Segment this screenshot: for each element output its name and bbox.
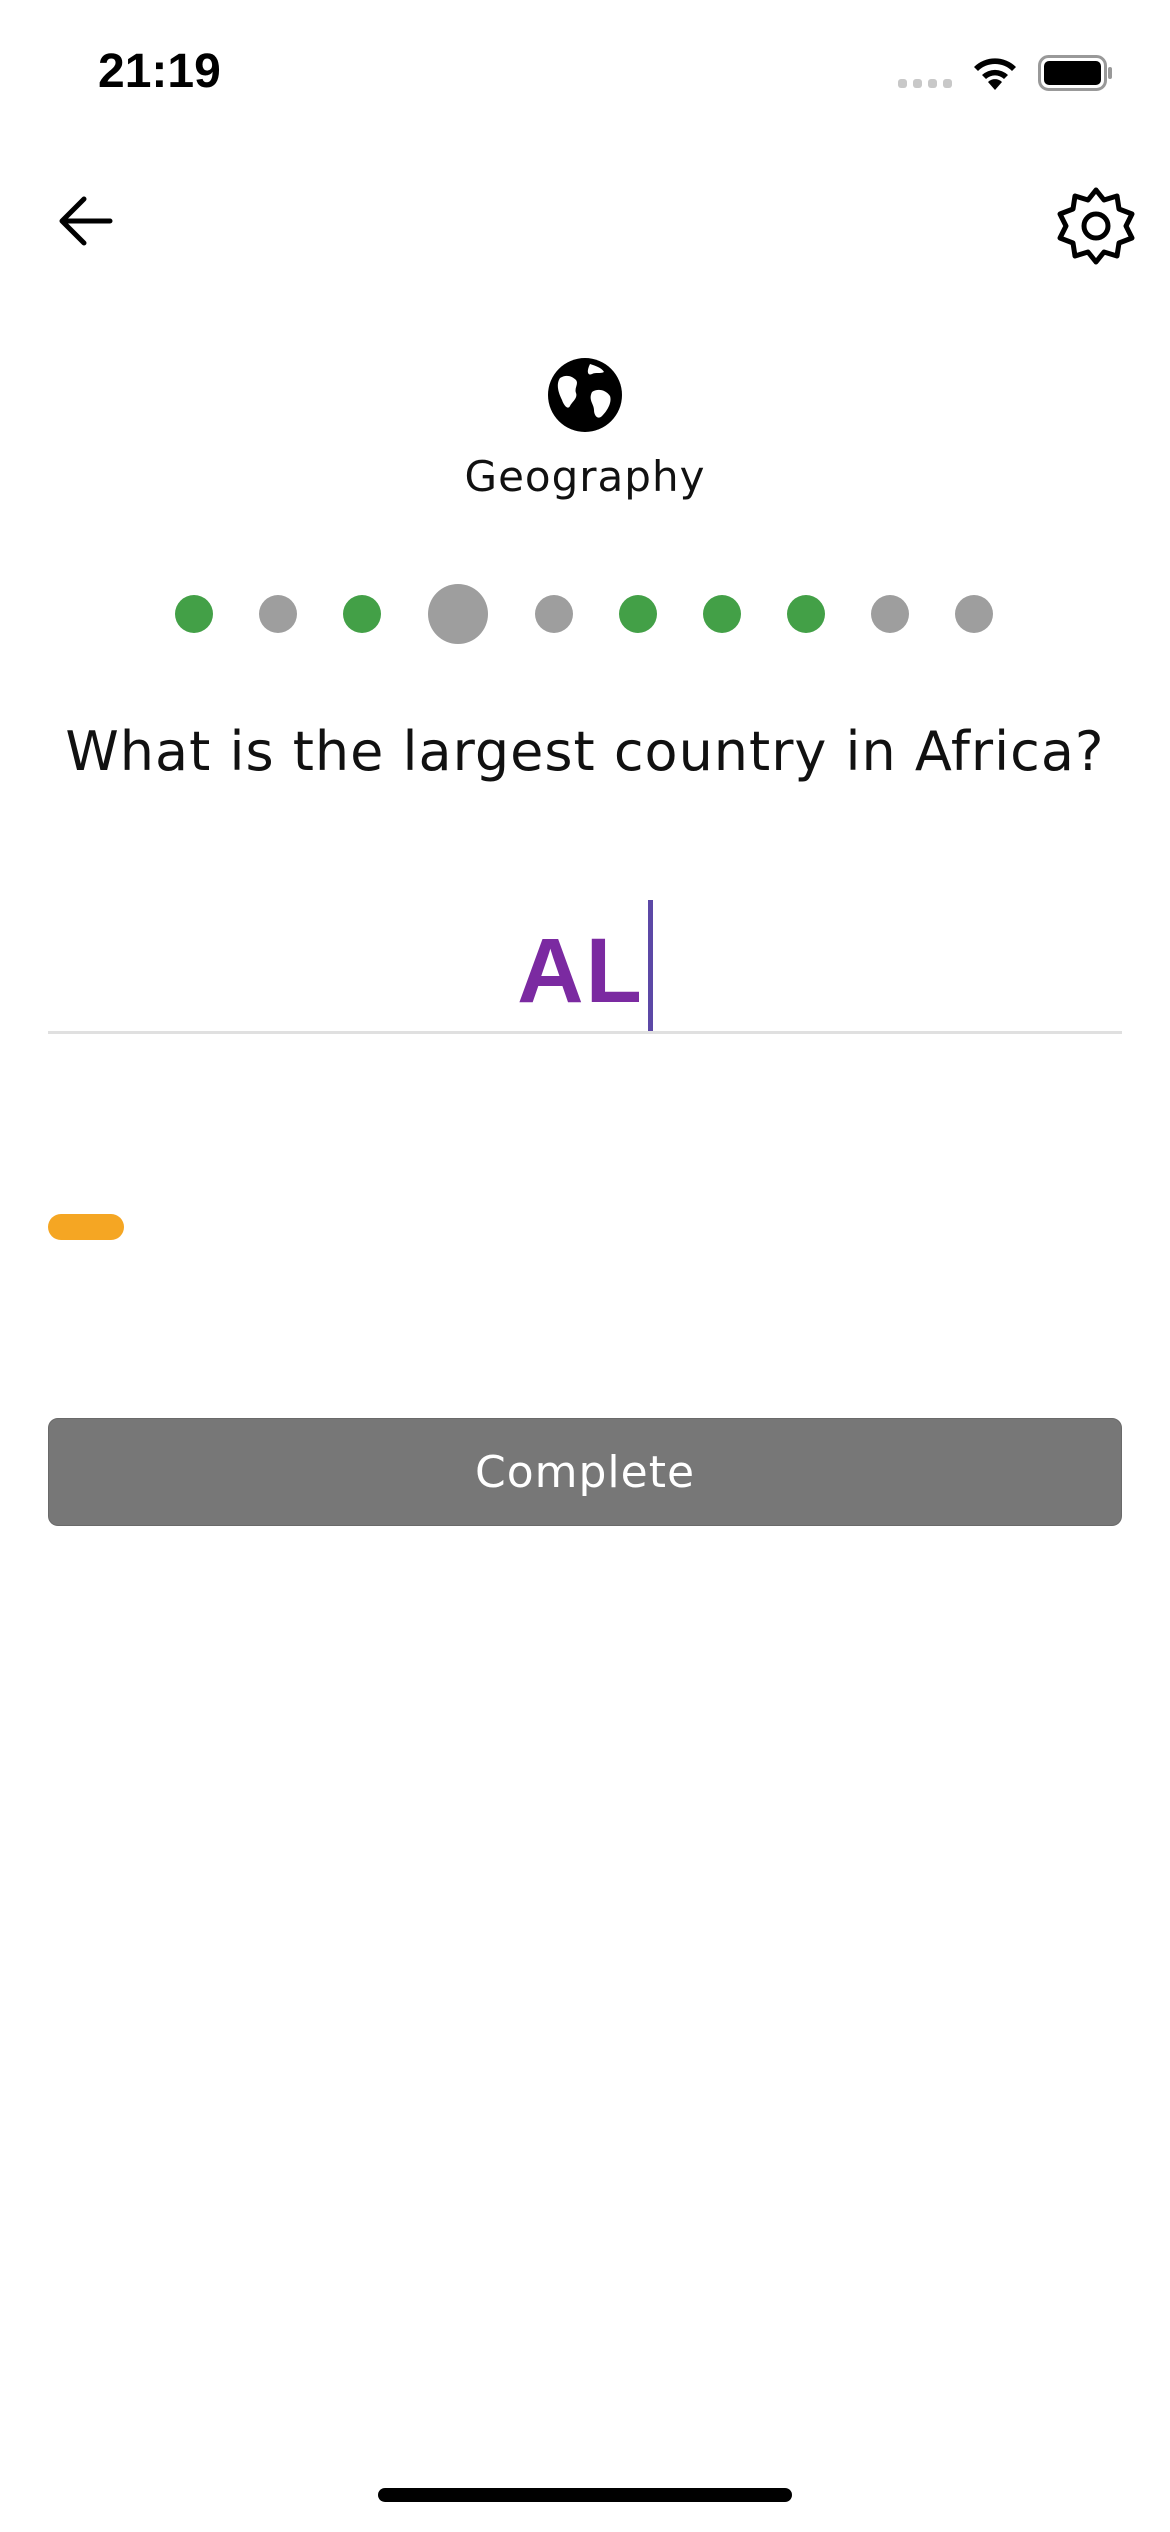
timer-bar: [48, 1214, 124, 1240]
category-label: Geography: [464, 452, 706, 501]
answer-field[interactable]: AL: [48, 870, 1122, 1034]
gear-icon: [1057, 187, 1135, 265]
progress-dot-unanswered: [955, 595, 993, 633]
question-text: What is the largest country in Africa?: [65, 720, 1105, 783]
progress-dot-unanswered: [259, 595, 297, 633]
arrow-left-icon: [59, 196, 113, 246]
wifi-icon: [970, 54, 1020, 92]
complete-button[interactable]: Complete: [48, 1418, 1122, 1526]
progress-dot-correct: [619, 595, 657, 633]
answer-text: AL: [517, 920, 644, 1022]
progress-dot-correct: [787, 595, 825, 633]
status-icons: [898, 54, 1114, 92]
text-caret: [647, 900, 653, 1032]
status-time: 21:19: [98, 45, 221, 98]
answer-input-value[interactable]: AL: [48, 900, 1122, 1032]
progress-dot-current: [428, 584, 488, 644]
progress-dot-correct: [175, 595, 213, 633]
cellular-signal-icon: [898, 58, 952, 88]
progress-dot-correct: [343, 595, 381, 633]
battery-icon: [1038, 55, 1114, 91]
settings-button[interactable]: [1056, 186, 1136, 266]
quiz-screen: 21:19 Geography What is the largest coun…: [0, 0, 1170, 2532]
progress-dot-unanswered: [535, 595, 573, 633]
progress-dot-correct: [703, 595, 741, 633]
answer-underline: [48, 1031, 1122, 1034]
home-indicator: [378, 2488, 792, 2502]
question-progress: [0, 582, 1170, 646]
progress-dot-unanswered: [871, 595, 909, 633]
globe-icon: [546, 356, 624, 434]
status-bar: 21:19: [0, 0, 1170, 150]
back-button[interactable]: [54, 190, 116, 252]
